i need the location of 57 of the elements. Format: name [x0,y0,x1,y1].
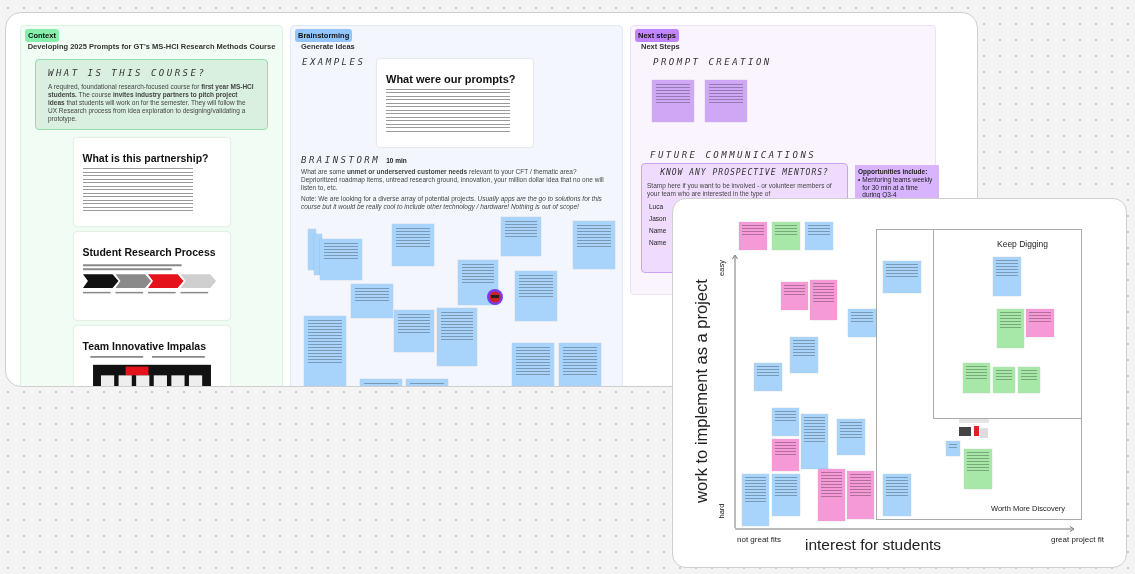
x-axis-high-label: great project fit [1051,535,1104,544]
sticky-note[interactable] [754,363,782,391]
sticky-note[interactable] [883,474,911,516]
sticky-note[interactable] [993,367,1015,393]
sticky-note[interactable] [559,343,601,386]
mentors-heading: KNOW ANY PROSPECTIVE MENTORS? [659,168,830,177]
sticky-note[interactable] [883,261,921,293]
sticky-note[interactable] [394,310,434,352]
quadrant-label: Keep Digging [997,239,1049,249]
x-axis-low-label: not great fits [737,535,782,544]
sticky-note[interactable] [772,439,799,471]
sticky-note[interactable] [304,316,346,386]
slide-title: Team Innovative Impalas [82,340,208,352]
sticky-note[interactable] [739,222,767,250]
sticky-note[interactable] [781,282,808,310]
sticky-note[interactable] [512,343,554,386]
sticky-note[interactable] [997,309,1024,348]
sticky-note[interactable] [818,469,845,521]
sticky-note[interactable] [437,308,477,366]
prompt-creation-heading: PROMPT CREATION [653,57,773,67]
sticky-note[interactable] [1018,367,1040,393]
sticky-note[interactable] [320,239,362,280]
sticky-note[interactable] [946,441,960,456]
sticky-note[interactable] [742,474,769,526]
x-axis-label: interest for students [805,536,942,554]
sticky-note[interactable] [458,260,498,305]
sticky-note[interactable] [848,309,876,337]
avatar-icon [486,288,504,306]
examples-heading: EXAMPLES [302,57,367,69]
sticky-note[interactable] [772,222,800,250]
slide-title: Student Research Process [82,246,217,258]
sticky-note[interactable] [801,414,828,469]
thumbnail-drawing [959,419,989,441]
sticky-note[interactable] [805,222,833,250]
sticky-note[interactable] [837,419,865,455]
sticky-note[interactable] [847,471,874,519]
sticky-note[interactable] [993,257,1021,296]
sticky-note[interactable] [573,221,615,269]
sticky-note[interactable] [810,280,837,320]
sticky-note[interactable] [1026,309,1054,337]
sticky-note[interactable] [963,363,990,393]
sticky-note[interactable] [351,284,393,318]
y-axis-label: work to implement as a project [691,279,711,503]
sticky-note[interactable] [790,337,818,373]
future-communications-heading: FUTURE COMMUNICATIONS [650,150,818,160]
sticky-note[interactable] [705,80,747,122]
brainstorm-heading: BRAINSTORM [301,155,381,165]
sticky-note[interactable] [772,408,799,436]
sticky-note[interactable] [392,224,434,266]
slide-title: What were our prompts? [386,73,517,85]
sticky-note[interactable] [964,449,992,489]
callout-heading: WHAT IS THIS COURSE? [48,68,208,78]
slide-title: What is this partnership? [82,152,210,164]
sticky-note[interactable] [772,474,800,516]
sticky-note[interactable] [501,217,541,256]
sticky-note[interactable] [652,80,694,122]
sticky-note[interactable] [515,271,557,321]
